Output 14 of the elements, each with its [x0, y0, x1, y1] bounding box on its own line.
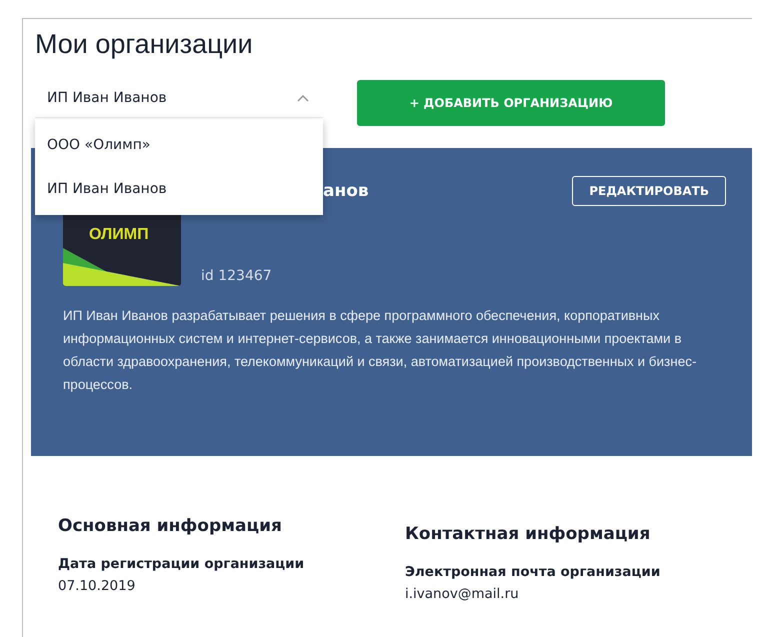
field-value: i.ivanov@mail.ru: [405, 586, 520, 602]
organization-description: ИП Иван Иванов разрабатывает решения в сфере программного обеспечения, корпоративных информационных систем и интернет-сервисов, а также занимается инновационными проектами в области здравоохранения, телекоммуникаций и связи, автоматизацией производственных и бизнес-процессов.: [63, 307, 698, 394]
field-label: Дата регистрации организации: [58, 556, 306, 572]
page-title: Мои организации: [35, 29, 254, 60]
edit-button[interactable]: РЕДАКТИРОВАТЬ: [572, 176, 726, 206]
caret-icon: [297, 94, 309, 102]
field-value: 07.10.2019: [58, 578, 136, 594]
organization-name: анов: [323, 181, 369, 201]
organization-id: id 123467: [201, 268, 272, 284]
field-label: Электронная почта организации: [405, 564, 662, 580]
section-heading: Контактная информация: [405, 524, 652, 544]
dropdown-option[interactable]: ИП Иван Иванов: [35, 167, 323, 211]
dropdown-option[interactable]: ООО «Олимп»: [35, 123, 323, 167]
section-heading: Основная информация: [58, 516, 283, 536]
